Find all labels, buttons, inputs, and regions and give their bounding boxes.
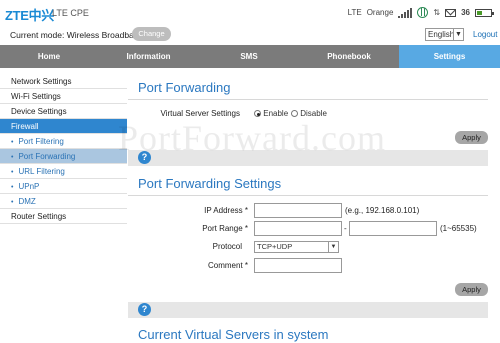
ip-address-label: IP Address * [204, 206, 248, 215]
sidebar-item-firewall[interactable]: Firewall [0, 119, 127, 134]
signal-strength-icon [398, 7, 413, 18]
sidebar-item-port-filtering[interactable]: • Port Filtering [0, 134, 127, 149]
apply-button-pf-settings[interactable]: Apply [455, 283, 488, 296]
main-content: Port Forwarding Virtual Server Settings … [128, 68, 500, 343]
tab-information[interactable]: Information [98, 45, 199, 68]
comment-input[interactable] [254, 258, 342, 273]
radio-checked-icon [254, 110, 261, 117]
sidebar-item-device-settings[interactable]: Device Settings [0, 104, 127, 119]
sidebar-item-upnp[interactable]: • UPnP [0, 179, 127, 194]
sidebar: Network Settings Wi-Fi Settings Device S… [0, 74, 127, 224]
sidebar-item-wifi-settings[interactable]: Wi-Fi Settings [0, 89, 127, 104]
change-mode-button[interactable]: Change [132, 27, 171, 41]
bullet-icon: • [11, 184, 14, 191]
apply-button-virtual-server[interactable]: Apply [455, 131, 488, 144]
watermark: PortForward.com [118, 118, 386, 158]
network-type: LTE [347, 8, 362, 17]
status-bar: LTE Orange ⇅ 36 [347, 7, 494, 18]
port-range-separator: - [344, 224, 347, 233]
bullet-icon: • [11, 169, 14, 176]
bullet-icon: • [11, 139, 14, 146]
logout-link[interactable]: Logout [473, 30, 497, 39]
sidebar-item-dmz[interactable]: • DMZ [0, 194, 127, 209]
port-range-label: Port Range * [202, 224, 248, 233]
product-name: LTE CPE [52, 8, 89, 18]
battery-icon [475, 8, 494, 17]
bullet-icon: • [11, 154, 14, 161]
language-select[interactable]: English ▼ [425, 28, 464, 41]
sms-envelope-icon[interactable] [445, 8, 457, 17]
operator-name: Orange [366, 8, 394, 17]
sidebar-item-url-filtering[interactable]: • URL Filtering [0, 164, 127, 179]
ip-address-input[interactable] [254, 203, 342, 218]
section-title-pf-settings: Port Forwarding Settings [138, 176, 282, 191]
port-range-end-input[interactable] [349, 221, 437, 236]
page-title: Port Forwarding [138, 80, 231, 95]
sidebar-item-port-forwarding[interactable]: • Port Forwarding [0, 149, 127, 164]
internet-globe-icon [417, 7, 429, 18]
chevron-down-icon: ▼ [328, 242, 338, 252]
data-transfer-icon: ⇅ [433, 8, 441, 17]
bullet-icon: • [11, 199, 14, 206]
sidebar-item-network-settings[interactable]: Network Settings [0, 74, 127, 89]
ip-address-hint: (e.g., 192.168.0.101) [345, 206, 420, 215]
tab-sms[interactable]: SMS [199, 45, 299, 68]
port-range-hint: (1~65535) [440, 224, 477, 233]
top-header: ZTE中兴 LTE CPE LTE Orange ⇅ 36 [0, 0, 500, 26]
tab-settings[interactable]: Settings [399, 45, 500, 68]
help-icon[interactable]: ? [138, 303, 151, 316]
chevron-down-icon: ▼ [453, 29, 463, 40]
sms-count: 36 [461, 8, 470, 17]
zte-logo: ZTE中兴 [5, 8, 55, 23]
comment-label: Comment * [207, 261, 248, 270]
tab-phonebook[interactable]: Phonebook [299, 45, 399, 68]
divider [128, 99, 488, 100]
radio-unchecked-icon [291, 110, 298, 117]
language-selected: English [428, 30, 455, 39]
help-bar: ? [128, 302, 488, 318]
port-range-start-input[interactable] [254, 221, 342, 236]
protocol-selected: TCP+UDP [257, 242, 293, 251]
divider [128, 195, 488, 196]
tab-home[interactable]: Home [0, 45, 98, 68]
protocol-select[interactable]: TCP+UDP ▼ [254, 241, 339, 253]
protocol-label: Protocol [212, 242, 242, 251]
current-mode-label: Current mode: Wireless Broadband [10, 30, 144, 40]
main-nav: Home Information SMS Phonebook Settings [0, 45, 500, 68]
sidebar-item-router-settings[interactable]: Router Settings [0, 209, 127, 224]
section-title-current-servers: Current Virtual Servers in system [138, 327, 329, 342]
